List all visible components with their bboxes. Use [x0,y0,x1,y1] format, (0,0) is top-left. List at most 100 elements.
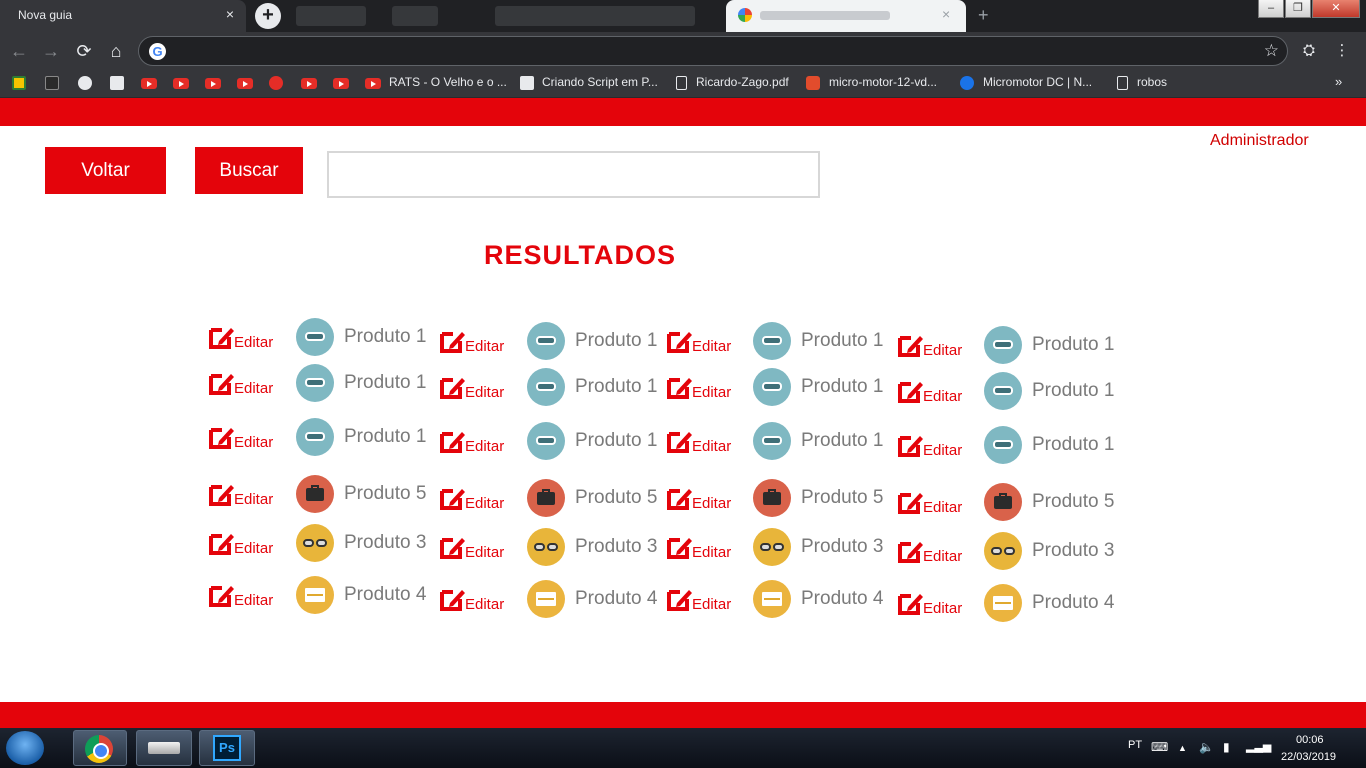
product-item[interactable]: Produto 1 [753,422,883,460]
spy-bookmark-icon[interactable] [110,76,124,90]
product-item[interactable]: Produto 1 [527,422,657,460]
product-item[interactable]: Produto 1 [984,326,1114,364]
minimize-button[interactable]: – [1258,0,1284,18]
product-item[interactable]: Produto 1 [296,418,426,456]
edit-button[interactable]: Editar [666,328,731,355]
edit-button[interactable]: Editar [208,582,273,609]
tab-google-search[interactable]: × [726,0,966,32]
battery-icon[interactable]: ▮ [1223,740,1230,754]
edit-button[interactable]: Editar [897,590,962,617]
product-item[interactable]: Produto 4 [753,580,883,618]
product-item[interactable]: Produto 5 [296,475,426,513]
product-item[interactable]: Produto 5 [984,483,1114,521]
edit-button[interactable]: Editar [666,534,731,561]
menu-icon[interactable]: ⋮ [1331,40,1353,62]
back-arrow-icon[interactable]: ← [8,40,30,62]
product-item[interactable]: Produto 1 [984,426,1114,464]
maximize-button[interactable]: ❐ [1285,0,1311,18]
plus-icon[interactable]: + [978,5,989,26]
edit-button[interactable]: Editar [666,374,731,401]
edit-button[interactable]: Editar [897,432,962,459]
youtube-bookmark-icon[interactable] [205,78,221,89]
bookmark-ricardo-zago[interactable]: Ricardo-Zago.pdf [696,75,789,89]
edit-button[interactable]: Editar [897,489,962,516]
edit-button[interactable]: Editar [666,586,731,613]
edit-button[interactable]: Editar [439,534,504,561]
youtube-bookmark-icon[interactable] [173,78,189,89]
reload-icon[interactable]: ⟳ [73,40,95,62]
edit-button[interactable]: Editar [439,586,504,613]
product-item[interactable]: Produto 3 [753,528,883,566]
keyboard-icon[interactable]: ⌨ [1151,740,1168,754]
edit-button[interactable]: Editar [666,485,731,512]
edit-button[interactable]: Editar [439,328,504,355]
product-item[interactable]: Produto 4 [296,576,426,614]
search-input[interactable] [327,151,820,198]
home-icon[interactable]: ⌂ [105,40,127,62]
edit-button[interactable]: Editar [439,428,504,455]
network-signal-icon[interactable]: ▂▃▅ [1246,740,1271,753]
new-tab-button[interactable]: + [255,3,281,29]
product-item[interactable]: Produto 4 [527,580,657,618]
extension-icon[interactable]: ⛭ [1298,40,1320,62]
youtube-bookmark-icon[interactable] [333,78,349,89]
bookmark-icon[interactable] [45,76,59,90]
edit-button[interactable]: Editar [897,538,962,565]
youtube-bookmark-icon[interactable] [301,78,317,89]
penguin-bookmark-icon[interactable] [78,76,92,90]
bank-bookmark-icon[interactable] [12,76,26,90]
bookmark-robos[interactable]: robos [1137,75,1167,89]
tab-close-icon[interactable]: × [942,6,950,22]
product-item[interactable]: Produto 3 [984,532,1114,570]
youtube-bookmark-icon[interactable] [237,78,253,89]
product-item[interactable]: Produto 3 [296,524,426,562]
product-item[interactable]: Produto 5 [527,479,657,517]
start-button[interactable] [6,731,44,765]
voltar-button[interactable]: Voltar [45,147,166,194]
edit-button[interactable]: Editar [439,374,504,401]
bookmark-rats[interactable]: RATS - O Velho e o ... [389,75,507,89]
edit-button[interactable]: Editar [208,324,273,351]
background-tab[interactable] [296,6,366,26]
show-hidden-icons-icon[interactable]: ▲ [1178,743,1187,753]
product-item[interactable]: Produto 5 [753,479,883,517]
edit-button[interactable]: Editar [666,428,731,455]
background-tab[interactable] [392,6,438,26]
language-indicator[interactable]: PT [1128,739,1142,751]
edit-button[interactable]: Editar [208,424,273,451]
product-item[interactable]: Produto 1 [753,322,883,360]
address-bar[interactable]: G ☆ [138,36,1288,66]
edit-button[interactable]: Editar [208,481,273,508]
product-item[interactable]: Produto 4 [984,584,1114,622]
product-item[interactable]: Produto 1 [296,364,426,402]
admin-link[interactable]: Administrador [1210,132,1309,150]
clock-date[interactable]: 22/03/2019 [1281,751,1336,763]
bookmark-micro-motor[interactable]: micro-motor-12-vd... [829,75,937,89]
tab-close-icon[interactable]: × [222,6,238,22]
youtube-bookmark-icon[interactable] [365,78,381,89]
bookmark-star-icon[interactable]: ☆ [1264,41,1279,61]
product-item[interactable]: Produto 1 [296,318,426,356]
product-item[interactable]: Produto 1 [527,322,657,360]
product-item[interactable]: Produto 1 [984,372,1114,410]
tab-nova-guia[interactable]: Nova guia × [0,0,246,32]
product-item[interactable]: Produto 1 [753,368,883,406]
clock-time[interactable]: 00:06 [1296,734,1324,746]
bookmark-micromotor-dc[interactable]: Micromotor DC | N... [983,75,1092,89]
volume-icon[interactable]: 🔈 [1199,740,1214,754]
forward-arrow-icon[interactable]: → [40,40,62,62]
edit-button[interactable]: Editar [208,530,273,557]
product-item[interactable]: Produto 1 [527,368,657,406]
close-window-button[interactable]: ✕ [1312,0,1360,18]
gmail-bookmark-icon[interactable] [269,76,283,90]
more-bookmarks-chevron-icon[interactable]: » [1335,74,1342,89]
edit-button[interactable]: Editar [208,370,273,397]
product-item[interactable]: Produto 3 [527,528,657,566]
youtube-bookmark-icon[interactable] [141,78,157,89]
buscar-button[interactable]: Buscar [195,147,303,194]
edit-button[interactable]: Editar [897,378,962,405]
bookmark-criando-script[interactable]: Criando Script em P... [542,75,658,89]
background-tab[interactable] [495,6,695,26]
edit-button[interactable]: Editar [439,485,504,512]
edit-button[interactable]: Editar [897,332,962,359]
